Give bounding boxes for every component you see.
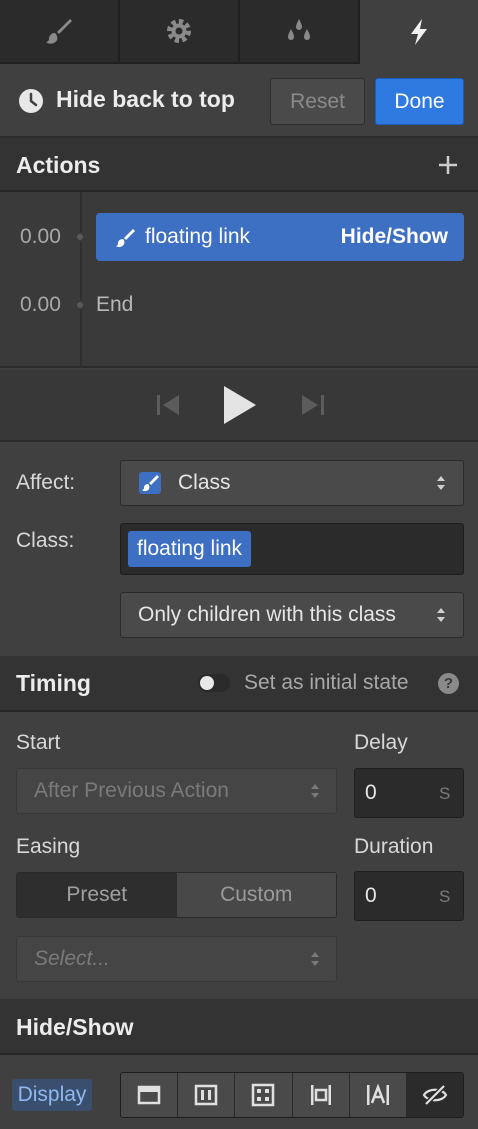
- class-label: Class:: [16, 529, 75, 552]
- display-inline-block-button[interactable]: [293, 1073, 350, 1117]
- actions-title: Actions: [16, 152, 101, 178]
- gear-icon: [167, 19, 191, 43]
- reset-button[interactable]: Reset: [270, 78, 365, 125]
- start-label: Start: [16, 731, 61, 754]
- tab-style[interactable]: [0, 0, 120, 64]
- display-grid-button[interactable]: [235, 1073, 293, 1117]
- scope-value: Only children with this class: [138, 603, 396, 626]
- easing-segmented-control: Preset Custom: [16, 872, 337, 918]
- toggle-knob: [200, 676, 214, 690]
- grid-icon: [252, 1083, 275, 1107]
- display-label: Display: [12, 1079, 92, 1111]
- duration-unit: S: [439, 887, 451, 906]
- hideshow-title: Hide/Show: [16, 1014, 134, 1040]
- done-button[interactable]: Done: [375, 78, 464, 125]
- timing-title: Timing: [16, 670, 91, 696]
- action-type: Hide/Show: [340, 225, 448, 248]
- duration-value: 0: [365, 884, 377, 907]
- tab-settings[interactable]: [120, 0, 240, 64]
- inline-block-icon: [310, 1085, 331, 1105]
- display-inline-button[interactable]: [350, 1073, 407, 1117]
- brush-icon: [116, 229, 135, 248]
- help-icon[interactable]: ?: [438, 673, 459, 694]
- easing-label: Easing: [16, 835, 81, 858]
- interaction-title: Hide back to top: [56, 86, 235, 112]
- clock-icon: [19, 89, 43, 113]
- panel-tabbar: [0, 0, 478, 64]
- select-arrows-icon: [437, 608, 445, 622]
- display-block-button[interactable]: [121, 1073, 179, 1117]
- inline-icon: [366, 1083, 389, 1105]
- block-icon: [137, 1085, 161, 1105]
- skip-back-icon[interactable]: [155, 392, 181, 418]
- select-arrows-icon: [311, 784, 319, 798]
- select-arrows-icon: [311, 952, 319, 966]
- plus-icon[interactable]: [437, 154, 459, 176]
- timeline-dot: [75, 232, 85, 242]
- start-value: After Previous Action: [34, 779, 229, 802]
- action-time: 0.00: [20, 225, 61, 248]
- duration-label: Duration: [354, 835, 434, 858]
- skip-forward-icon[interactable]: [300, 392, 326, 418]
- tab-interactions[interactable]: [360, 0, 478, 64]
- timeline-line: [80, 192, 82, 368]
- delay-unit: S: [439, 784, 451, 803]
- drops-icon: [288, 19, 310, 40]
- end-time: 0.00: [20, 293, 61, 316]
- preset-tab[interactable]: Preset: [17, 873, 177, 917]
- tab-style-manager[interactable]: [240, 0, 360, 64]
- action-target-name: floating link: [145, 225, 251, 248]
- class-tag[interactable]: floating link: [128, 531, 252, 567]
- initial-state-label: Set as initial state: [244, 671, 409, 694]
- delay-label: Delay: [354, 731, 408, 754]
- play-icon[interactable]: [220, 384, 258, 426]
- flex-icon: [195, 1084, 218, 1106]
- affect-value: Class: [178, 471, 231, 494]
- display-options: [120, 1072, 464, 1118]
- class-icon: [139, 472, 161, 494]
- delay-value: 0: [365, 781, 377, 804]
- brush-icon: [46, 19, 72, 44]
- lightning-icon: [411, 19, 427, 45]
- timeline-dot: [75, 300, 85, 310]
- custom-tab[interactable]: Custom: [176, 873, 336, 917]
- affect-label: Affect:: [16, 471, 76, 494]
- end-label: End: [96, 293, 134, 316]
- affect-select[interactable]: [120, 460, 464, 506]
- display-none-button[interactable]: [406, 1073, 463, 1117]
- ease-placeholder: Select...: [34, 947, 110, 970]
- select-arrows-icon: [437, 476, 445, 490]
- none-icon: [422, 1084, 448, 1106]
- display-flex-button[interactable]: [178, 1073, 236, 1117]
